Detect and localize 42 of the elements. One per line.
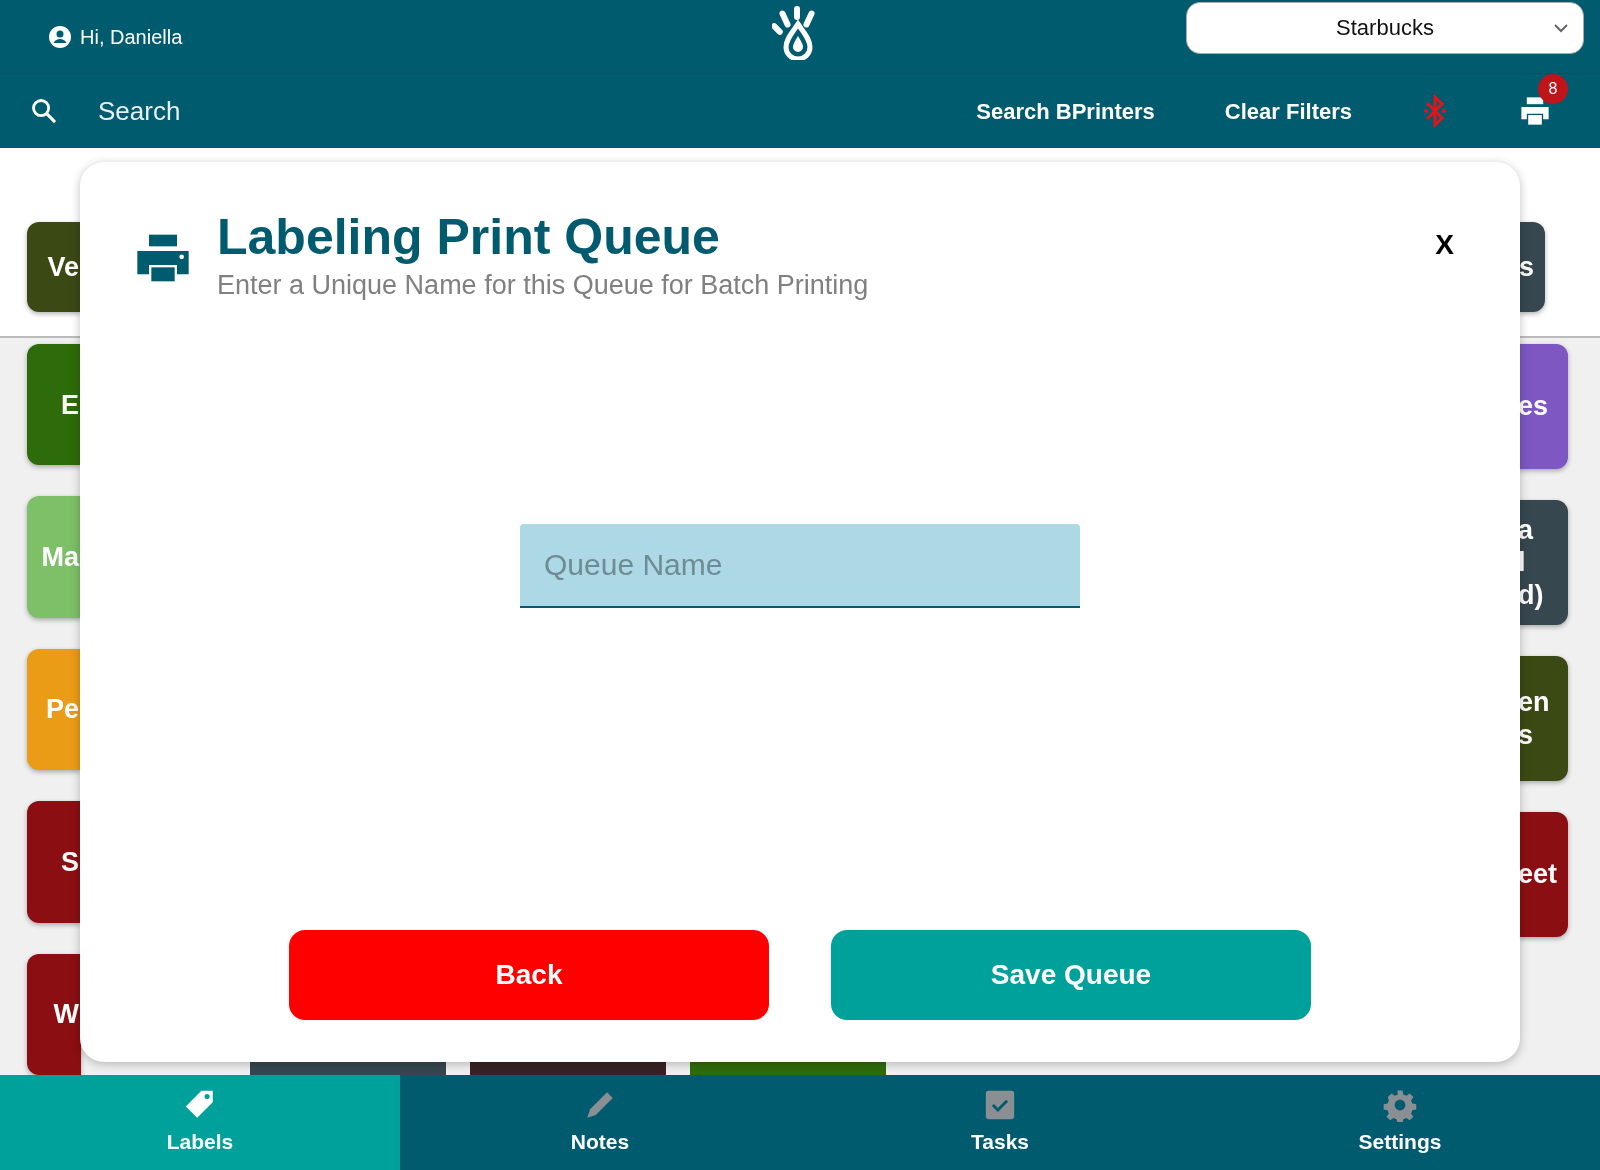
nav-tab[interactable]: Settings xyxy=(1200,1075,1600,1170)
store-select[interactable]: Starbucks xyxy=(1186,1,1584,54)
account-icon xyxy=(48,24,72,49)
tile-label: es xyxy=(1518,390,1549,423)
tile[interactable]: es xyxy=(1518,344,1568,469)
tile-label: Ma xyxy=(41,540,79,574)
search-icon xyxy=(30,97,58,125)
dialog-title: Labeling Print Queue xyxy=(217,210,721,265)
printer-icon xyxy=(135,232,191,284)
dialog-subtitle: Enter a Unique Name for this Queue for Batch Printing xyxy=(217,269,869,302)
clear-filters-button[interactable]: Clear Filters xyxy=(1224,94,1352,128)
tile-label: s xyxy=(1519,250,1535,284)
tile[interactable]: E xyxy=(27,344,81,466)
tile[interactable]: S xyxy=(27,801,81,923)
tile-label: eet xyxy=(1518,858,1558,891)
tile-label: d) xyxy=(1518,578,1544,612)
tile[interactable]: W xyxy=(27,953,81,1075)
nav-tab[interactable]: Tasks xyxy=(800,1075,1200,1170)
close-button[interactable]: X xyxy=(1429,224,1460,266)
nav-tab[interactable]: Notes xyxy=(400,1075,800,1170)
tile-label: W xyxy=(53,998,79,1031)
tile-label: Pe xyxy=(45,693,79,726)
tile[interactable]: eet xyxy=(1518,812,1568,937)
search-field[interactable]: Search xyxy=(96,90,396,132)
tile-label: en xyxy=(1518,686,1550,719)
tile[interactable]: Ve xyxy=(27,222,81,312)
tile-label: s xyxy=(1518,718,1534,751)
tile[interactable]: en s xyxy=(1518,656,1568,781)
queue-name-field[interactable]: Queue Name xyxy=(520,523,1080,608)
chevron-down-icon xyxy=(1553,22,1569,33)
tile-label: S xyxy=(61,845,79,879)
tile-label: l xyxy=(1518,546,1526,579)
tile-label: E xyxy=(61,388,79,421)
printer-icon[interactable] xyxy=(1518,96,1552,126)
tile[interactable]: a l d) xyxy=(1518,500,1568,625)
back-button[interactable]: Back xyxy=(289,930,769,1020)
tile-label: a xyxy=(1518,513,1534,547)
greeting: Hi, Daniella xyxy=(80,24,183,50)
tile-label: Ve xyxy=(47,250,79,284)
search-printers-button[interactable]: Search BPrinters xyxy=(976,94,1155,128)
count-badge: 8 xyxy=(1538,74,1568,104)
tile[interactable]: s xyxy=(1519,222,1545,312)
